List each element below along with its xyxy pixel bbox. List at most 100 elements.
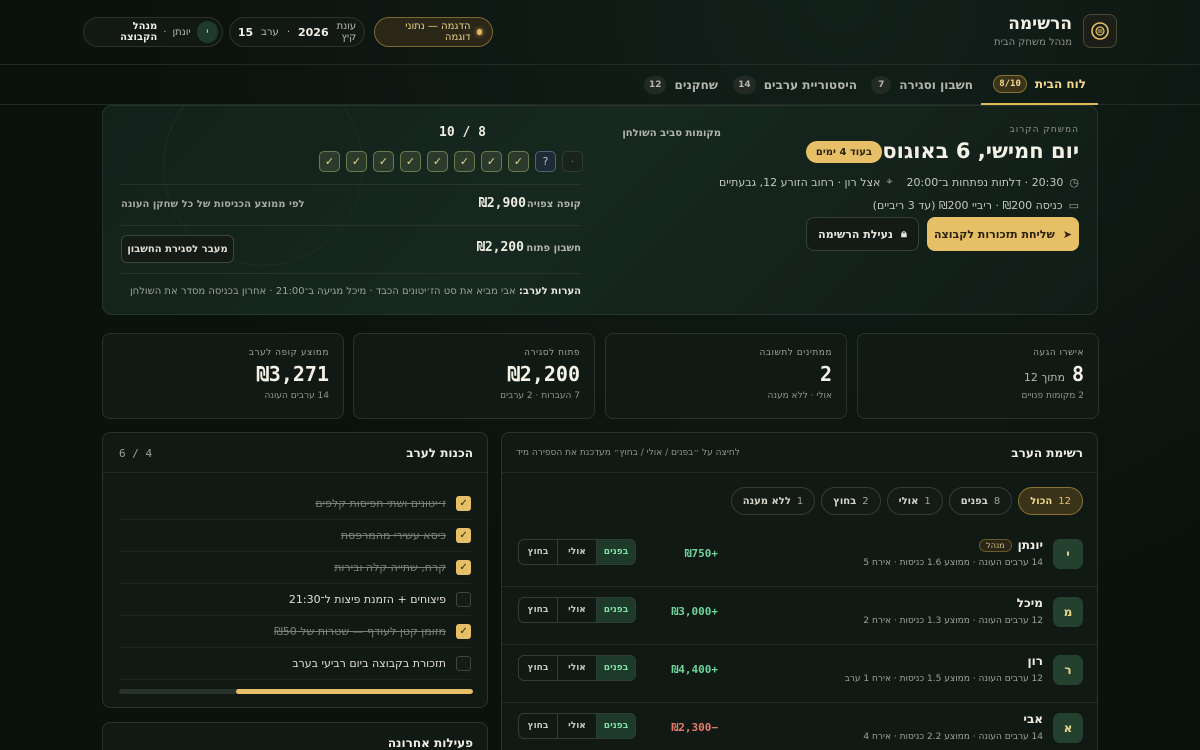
player-avatar: א — [1053, 713, 1083, 743]
task-text: ז׳יטונים ושתי חפיסות קלפים — [315, 497, 446, 510]
stat-card-pending: ממתינים לתשובה 2 אולי · ללא מענה — [605, 333, 847, 419]
checkbox[interactable] — [456, 592, 471, 607]
checkbox[interactable] — [456, 656, 471, 671]
divider — [121, 184, 581, 185]
seat-ok: ✓ — [481, 151, 502, 172]
rsvp-out-button[interactable]: בחוץ — [519, 714, 557, 738]
location-pin-icon: ⌖ — [886, 175, 893, 188]
task-item[interactable]: ✓ מזומן קטן לעודף — שטרות של ₪50 — [119, 616, 471, 648]
stat-value: ₪2,200 — [507, 362, 580, 386]
user-name: יונתן — [172, 26, 191, 38]
stat-label: אישרו הגעה — [1033, 348, 1084, 358]
lock-list-button[interactable]: 🔒︎ נעילת הרשימה — [806, 217, 919, 251]
player-net: +₪3,000 — [671, 605, 718, 618]
player-stats: 12 ערבים העונה · ממוצע 1.5 כניסות · אירח… — [844, 674, 1043, 684]
manager-badge: מנהל — [979, 538, 1012, 552]
rsvp-maybe-button[interactable]: אולי — [557, 656, 596, 680]
tab-history[interactable]: היסטוריית ערבים 14 — [733, 65, 857, 105]
evening-notes: הערות לערב: אבי מביא את סט הז׳יטונים הכב… — [121, 286, 581, 297]
seat-ok: ✓ — [454, 151, 475, 172]
seat-ok: ✓ — [508, 151, 529, 172]
rsvp-in-button[interactable]: בפנים — [596, 656, 635, 680]
rsvp-out-button[interactable]: בחוץ — [519, 540, 557, 564]
season-year: 2026 — [298, 25, 329, 39]
rsvp-in-button[interactable]: בפנים — [596, 714, 635, 738]
filter-label: אולי — [898, 495, 919, 507]
rsvp-maybe-button[interactable]: אולי — [557, 714, 596, 738]
stat-of: מתוך 12 — [1023, 371, 1065, 384]
stat-card-open-balance: פתוח לסגירה ₪2,200 7 העברות · 2 ערבים — [353, 333, 595, 419]
rsvp-maybe-button[interactable]: אולי — [557, 598, 596, 622]
demo-badge: הדגמה — נתוני דוגמה — [374, 17, 493, 47]
filter-label: ללא מענה — [742, 495, 791, 507]
task-item[interactable]: תזכורת בקבוצה ביום רביעי בערב — [119, 648, 471, 680]
checkbox[interactable]: ✓ — [456, 528, 471, 543]
prep-panel: הכנות לערב 4 / 6 ✓ ז׳יטונים ושתי חפיסות ק… — [102, 432, 488, 708]
stat-value: 2 — [819, 362, 832, 386]
clock-icon: ◷ — [1069, 175, 1079, 189]
checkbox[interactable]: ✓ — [456, 560, 471, 575]
checkbox[interactable]: ✓ — [456, 624, 471, 639]
tab-count: 12 — [643, 76, 667, 94]
seat-ok: ✓ — [427, 151, 448, 172]
rsvp-in-button[interactable]: בפנים — [596, 540, 635, 564]
stat-label: ממתינים לתשובה — [759, 348, 832, 358]
player-net: +₪750 — [684, 547, 718, 560]
send-reminders-button[interactable]: ➤ שליחת תזכורות לקבוצה — [927, 217, 1079, 251]
task-item[interactable]: ✓ ז׳יטונים ושתי חפיסות קלפים — [119, 488, 471, 520]
stat-value: ₪3,271 — [256, 362, 329, 386]
filter-count: 2 — [862, 495, 869, 507]
night-number: 15 — [237, 25, 254, 39]
player-row: ר רון 12 ערבים העונה · ממוצע 1.5 כניסות · … — [502, 645, 1097, 703]
filter-chip[interactable]: 8 בפנים — [948, 487, 1013, 515]
activity-panel: פעילות אחרונה — [102, 722, 488, 750]
tab-label: חשבון וסגירה — [899, 78, 973, 92]
filter-chip[interactable]: 12 הכול — [1018, 487, 1083, 515]
checkbox[interactable]: ✓ — [456, 496, 471, 511]
next-game-label: המשחק הקרוב — [1009, 125, 1079, 135]
filter-label: הכול — [1030, 495, 1053, 507]
rsvp-out-button[interactable]: בחוץ — [519, 656, 557, 680]
task-item[interactable]: ✓ קרח, שתייה קלה ובירות — [119, 552, 471, 584]
prep-count: 4 / 6 — [119, 447, 153, 460]
player-name-text: אבי — [1023, 712, 1043, 726]
tab-players[interactable]: שחקנים 12 — [643, 65, 718, 105]
roster-title: רשימת הערב — [1011, 446, 1083, 460]
rsvp-out-button[interactable]: בחוץ — [519, 598, 557, 622]
go-to-settlement-button[interactable]: מעבר לסגירת החשבון — [121, 235, 234, 263]
stat-label: ממוצע קופה לערב — [248, 348, 329, 358]
task-item[interactable]: ✓ כיסא עשירי מהמרפסת — [119, 520, 471, 552]
next-game-card: המשחק הקרוב יום חמישי, 6 באוגוסט בעוד 4 … — [102, 105, 1098, 315]
player-row: מ מיכל 12 ערבים העונה · ממוצע 1.3 כניסות ·… — [502, 587, 1097, 645]
player-avatar: י — [1053, 539, 1083, 569]
season-selector[interactable]: עונת קיץ 2026 · ערב 15 — [229, 17, 365, 47]
separator: · — [286, 26, 290, 38]
tab-count: 14 — [733, 76, 756, 94]
rsvp-toggle: בפנים אולי בחוץ — [518, 655, 636, 681]
user-menu[interactable]: י יונתן · מנהל הקבוצה — [83, 17, 223, 47]
seats-label: מקומות סביב השולחן — [622, 128, 721, 139]
filter-chip[interactable]: 1 אולי — [886, 487, 943, 515]
stat-number: 8 — [1071, 362, 1084, 386]
rsvp-in-button[interactable]: בפנים — [596, 598, 635, 622]
lock-icon: 🔒︎ — [900, 227, 907, 240]
time-text: 20:30 · דלתות נפתחות ב־20:00 — [906, 175, 1064, 189]
tab-home-board[interactable]: לוח הבית 8/10 — [981, 65, 1098, 105]
tab-settlement[interactable]: חשבון וסגירה 7 — [871, 65, 973, 105]
task-text: תזכורת בקבוצה ביום רביעי בערב — [292, 657, 446, 670]
rsvp-maybe-button[interactable]: אולי — [557, 540, 596, 564]
prep-progress-bar — [119, 689, 473, 694]
app-subtitle: מנהל משחק הבית — [994, 37, 1072, 48]
player-net: −₪2,300 — [671, 721, 718, 734]
player-name-text: רון — [1027, 654, 1043, 668]
notes-text: אבי מביא את סט הז׳יטונים הכבד · מיכל מגי… — [129, 286, 516, 297]
roster-header: רשימת הערב לחיצה על ״בפנים / אולי / בחוץ… — [502, 433, 1097, 473]
location-text: אצל רון · רחוב הזורע 12, גבעתיים — [718, 175, 881, 189]
seat-ok: ✓ — [346, 151, 367, 172]
filter-chip[interactable]: 1 ללא מענה — [730, 487, 816, 515]
task-item[interactable]: פיצוחים + הזמנת פיצות ל־21:30 — [119, 584, 471, 616]
filter-label: בחוץ — [833, 495, 857, 507]
filter-chip[interactable]: 2 בחוץ — [821, 487, 881, 515]
task-text: מזומן קטן לעודף — שטרות של ₪50 — [274, 625, 446, 638]
send-icon: ➤ — [1062, 227, 1072, 241]
